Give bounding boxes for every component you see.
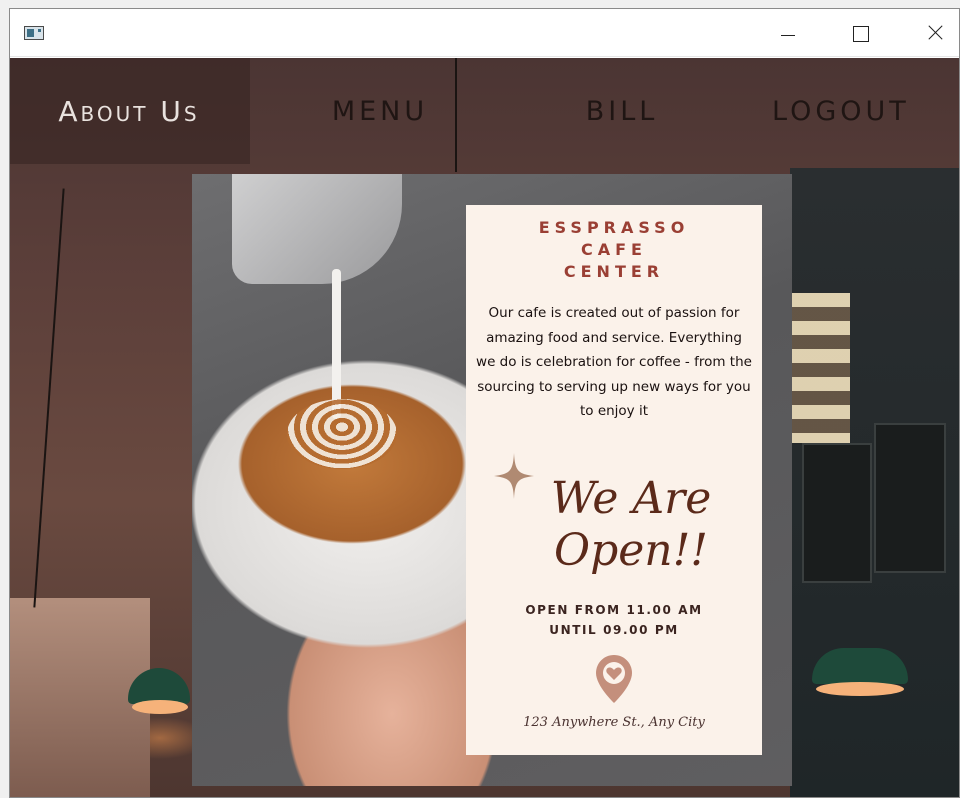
- nav-about-us[interactable]: About Us: [16, 92, 242, 132]
- background-wire: [33, 188, 65, 608]
- window-app-icon[interactable]: [24, 26, 44, 40]
- close-icon[interactable]: [912, 9, 958, 57]
- poster-latte-art: [287, 399, 397, 469]
- background-menu-board: [874, 423, 946, 573]
- cafe-name-line: ESSPRASSO: [538, 218, 690, 237]
- background-menu-board: [802, 443, 872, 583]
- maximize-icon[interactable]: [837, 9, 883, 57]
- poster-milk-pitcher: [232, 174, 402, 284]
- hours-line: OPEN FROM 11.00 AM: [525, 603, 703, 617]
- location-pin-icon: [596, 655, 632, 703]
- minimize-icon[interactable]: [765, 9, 811, 57]
- background-lamp: [812, 648, 908, 684]
- open-heading-line: Open!!: [554, 525, 708, 576]
- open-heading-line: We Are: [550, 473, 712, 524]
- cafe-address: 123 Anywhere St., Any City: [523, 715, 705, 730]
- nav-menu[interactable]: MENU: [310, 92, 450, 132]
- background-lamp-glow: [816, 682, 904, 696]
- info-card: ESSPRASSO CAFE CENTER Our cafe is create…: [466, 205, 762, 755]
- nav-logout[interactable]: LOGOUT: [772, 92, 958, 132]
- cafe-name: ESSPRASSO CAFE CENTER: [466, 217, 762, 283]
- cafe-description: Our cafe is created out of passion for a…: [476, 305, 752, 419]
- about-page: About Us MENU BILL LOGOUT ESSPRASSO CAFE…: [10, 58, 959, 797]
- open-heading: We Are Open!!: [506, 473, 756, 577]
- hours-line: UNTIL 09.00 PM: [549, 623, 679, 637]
- cafe-poster: ESSPRASSO CAFE CENTER Our cafe is create…: [192, 174, 792, 786]
- poster-milk-pour: [332, 269, 341, 419]
- background-wire: [455, 58, 457, 172]
- cafe-name-line: CENTER: [563, 262, 665, 281]
- app-window: About Us MENU BILL LOGOUT ESSPRASSO CAFE…: [9, 8, 960, 798]
- nav-bill[interactable]: BILL: [562, 92, 682, 132]
- background-lamp-glow: [132, 700, 188, 714]
- background-lights: [792, 293, 850, 443]
- opening-hours: OPEN FROM 11.00 AM UNTIL 09.00 PM: [466, 600, 762, 640]
- cafe-name-line: CAFE: [581, 240, 647, 259]
- title-bar[interactable]: [10, 9, 959, 57]
